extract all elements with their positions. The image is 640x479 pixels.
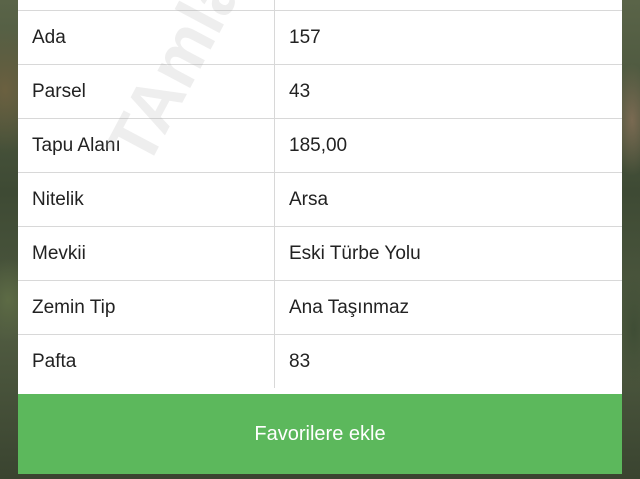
table-cell-value: Ana Taşınmaz — [289, 296, 410, 318]
table-cell-label: Tapu Alanı — [18, 119, 275, 172]
table-cell-label — [18, 0, 275, 10]
add-to-favorites-button[interactable]: Favorilere ekle — [18, 394, 622, 474]
table-cell-value: 185,00 — [289, 134, 348, 156]
table-cell-label: Nitelik — [18, 173, 275, 226]
table-row-nitelik: Nitelik Arsa — [18, 172, 622, 226]
table-cell-value: 43 — [289, 80, 311, 102]
table-cell-value: 157 — [289, 26, 321, 48]
table-cell-value — [275, 0, 622, 10]
table-cell-label: Parsel — [18, 65, 275, 118]
parcel-info-table: Ada 157 Parsel 43 Tapu Alanı 185,00 Nite… — [18, 0, 622, 388]
table-cell-label: Mevkii — [18, 227, 275, 280]
table-row-stub — [18, 0, 622, 10]
table-cell-value: Eski Türbe Yolu — [289, 242, 421, 264]
table-cell-value: 83 — [289, 350, 311, 372]
table-cell-value: Arsa — [289, 188, 329, 210]
table-row-mevkii: Mevkii Eski Türbe Yolu — [18, 226, 622, 280]
table-row-zemin-tip: Zemin Tip Ana Taşınmaz — [18, 280, 622, 334]
table-cell-label: Ada — [18, 11, 275, 64]
table-row-parsel: Parsel 43 — [18, 64, 622, 118]
parcel-info-panel: Ada 157 Parsel 43 Tapu Alanı 185,00 Nite… — [18, 0, 622, 474]
table-cell-label: Zemin Tip — [18, 281, 275, 334]
table-cell-label: Pafta — [18, 335, 275, 388]
table-row-pafta: Pafta 83 — [18, 334, 622, 388]
table-row-tapu-alani: Tapu Alanı 185,00 — [18, 118, 622, 172]
table-row-ada: Ada 157 — [18, 10, 622, 64]
